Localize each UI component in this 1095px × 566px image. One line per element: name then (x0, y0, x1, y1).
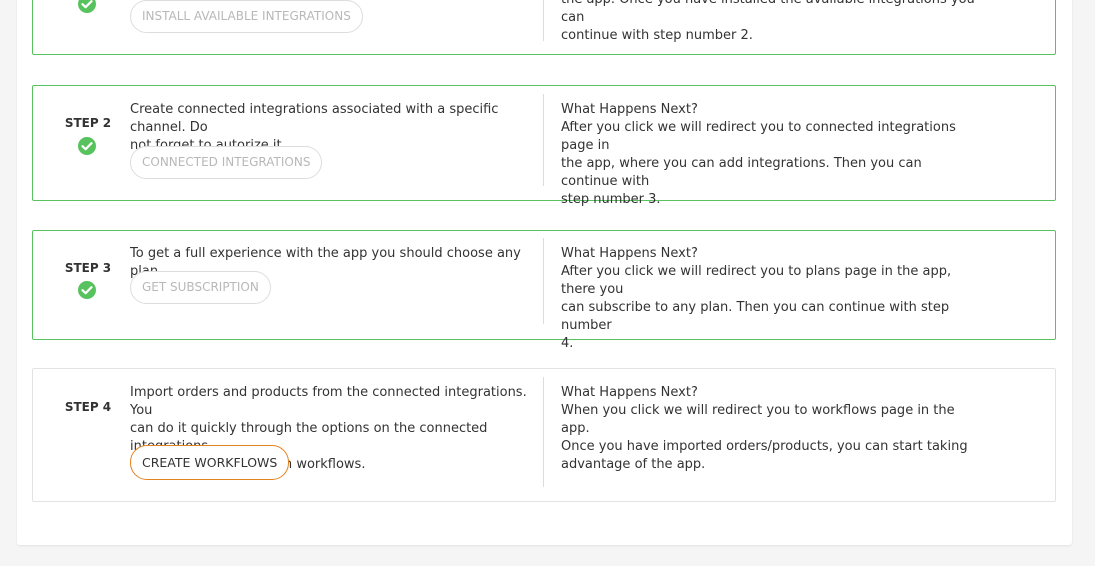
get-subscription-button[interactable]: GET SUBSCRIPTION (130, 271, 271, 304)
what-happens-next: What Happens Next? When you click we wil… (561, 384, 976, 474)
step-card-2: STEP 2 Create connected integrations ass… (32, 85, 1056, 207)
next-line: 4. (561, 336, 574, 351)
description-line: Create connected integrations associated… (130, 102, 499, 135)
step-card-1: INSTALL AVAILABLE INTEGRATIONS the app. … (32, 0, 1056, 55)
what-happens-title: What Happens Next? (561, 246, 698, 261)
next-line: the app. Once you have installed the ava… (561, 0, 975, 25)
what-happens-next: the app. Once you have installed the ava… (561, 0, 976, 45)
what-happens-title: What Happens Next? (561, 385, 698, 400)
step-label: STEP 4 (64, 400, 112, 414)
step-card-4: STEP 4 Import orders and products from t… (32, 368, 1056, 502)
step-label: STEP 3 (64, 261, 112, 275)
next-line: continue with step number 2. (561, 28, 753, 43)
install-available-integrations-button[interactable]: INSTALL AVAILABLE INTEGRATIONS (130, 0, 363, 33)
next-line: After you click we will redirect you to … (561, 264, 952, 297)
next-line: Once you have imported orders/products, … (561, 439, 968, 454)
what-happens-next: What Happens Next? After you click we wi… (561, 101, 976, 209)
step-card-3: STEP 3 To get a full experience with the… (32, 230, 1056, 351)
step-divider (543, 238, 544, 324)
step-divider (543, 377, 544, 487)
step-divider (543, 0, 544, 41)
check-icon (78, 0, 96, 13)
next-line: can subscribe to any plan. Then you can … (561, 300, 950, 333)
next-line: When you click we will redirect you to w… (561, 403, 955, 436)
next-line: advantage of the app. (561, 457, 706, 472)
what-happens-title: What Happens Next? (561, 102, 698, 117)
check-icon (78, 281, 96, 299)
description-line: Import orders and products from the conn… (130, 385, 527, 418)
step-label: STEP 2 (64, 116, 112, 130)
step-divider (543, 94, 544, 186)
connected-integrations-button[interactable]: CONNECTED INTEGRATIONS (130, 146, 323, 179)
next-line: step number 3. (561, 192, 661, 207)
what-happens-next: What Happens Next? After you click we wi… (561, 245, 976, 353)
create-workflows-button[interactable]: CREATE WORKFLOWS (130, 445, 290, 480)
next-line: After you click we will redirect you to … (561, 120, 956, 153)
check-icon (78, 137, 96, 155)
next-line: the app, where you can add integrations.… (561, 156, 922, 189)
